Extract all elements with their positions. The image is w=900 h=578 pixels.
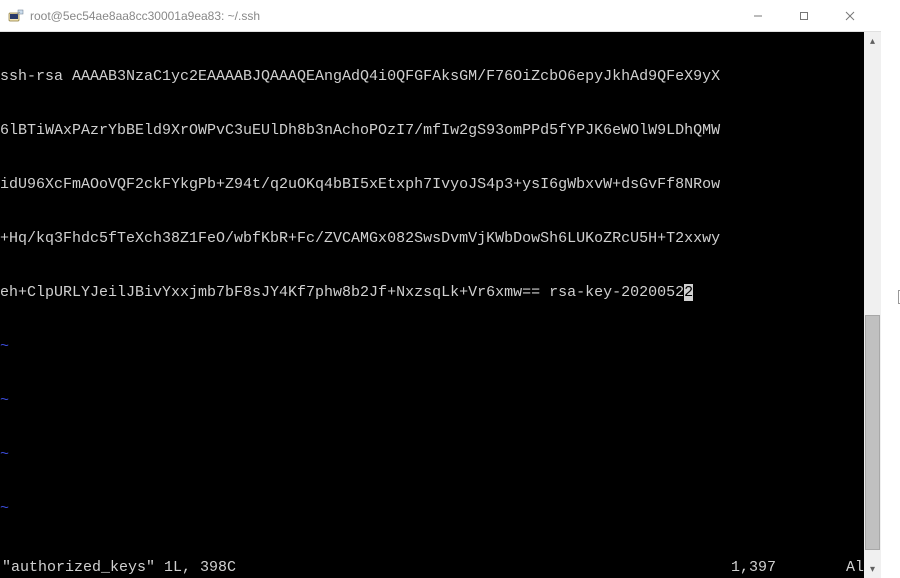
text-line: idU96XcFmAOoVQF2ckFYkgPb+Z94t/q2uOKq4bBI… (0, 176, 881, 194)
empty-line: ~ (0, 446, 881, 464)
vim-statusbar: "authorized_keys" 1L, 398C 1,397 All (0, 558, 881, 578)
terminal-content: ssh-rsa AAAAB3NzaC1yc2EAAAABJQAAAQEAngAd… (0, 32, 881, 558)
empty-line: ~ (0, 338, 881, 356)
close-button[interactable] (827, 0, 873, 32)
putty-window: root@5ec54ae8aa8cc30001a9ea83: ~/.ssh ss… (0, 0, 881, 578)
putty-icon (8, 8, 24, 24)
scrollbar-down-icon[interactable]: ▾ (864, 560, 881, 578)
status-position: 1,397 (731, 559, 846, 577)
text-line: 6lBTiWAxPAzrYbBEld9XrOWPvC3uEUlDh8b3nAch… (0, 122, 881, 140)
scrollbar-thumb[interactable] (865, 315, 880, 550)
empty-line: ~ (0, 500, 881, 518)
minimize-button[interactable] (735, 0, 781, 32)
status-filename: "authorized_keys" 1L, 398C (2, 559, 236, 577)
text-line: ssh-rsa AAAAB3NzaC1yc2EAAAABJQAAAQEAngAd… (0, 68, 881, 86)
window-title: root@5ec54ae8aa8cc30001a9ea83: ~/.ssh (30, 9, 735, 23)
scrollbar[interactable]: ▴ ▾ (864, 32, 881, 578)
scrollbar-track[interactable] (864, 50, 881, 560)
text-line: +Hq/kq3Fhdc5fTeXch38Z1FeO/wbfKbR+Fc/ZVCA… (0, 230, 881, 248)
cursor: 2 (684, 284, 693, 301)
scrollbar-up-icon[interactable]: ▴ (864, 32, 881, 50)
empty-line: ~ (0, 392, 881, 410)
text-line: eh+ClpURLYJeilJBivYxxjmb7bF8sJY4Kf7phw8b… (0, 284, 881, 302)
terminal[interactable]: ssh-rsa AAAAB3NzaC1yc2EAAAABJQAAAQEAngAd… (0, 32, 881, 578)
maximize-button[interactable] (781, 0, 827, 32)
window-controls (735, 0, 873, 32)
titlebar[interactable]: root@5ec54ae8aa8cc30001a9ea83: ~/.ssh (0, 0, 881, 32)
